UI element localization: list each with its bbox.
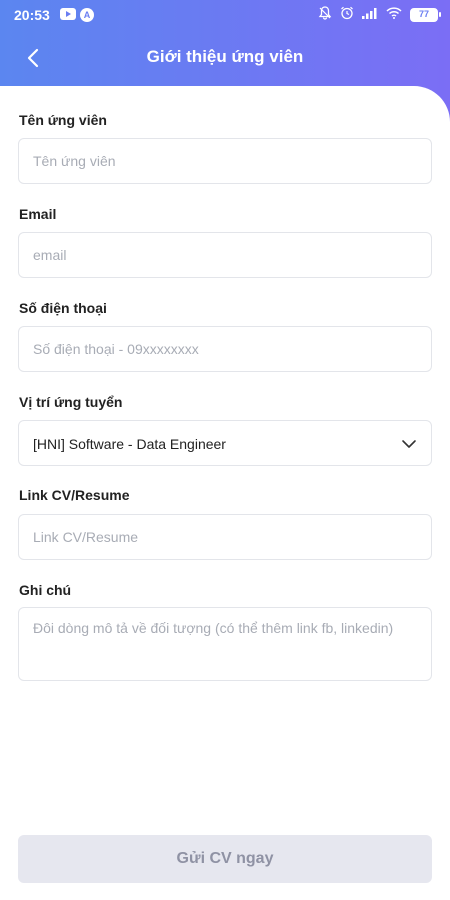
battery-icon: 77	[410, 8, 441, 22]
status-left-icons: A	[60, 8, 94, 22]
wifi-icon	[386, 7, 402, 23]
name-input[interactable]	[18, 138, 432, 184]
phone-input[interactable]	[18, 326, 432, 372]
position-selected-value: [HNI] Software - Data Engineer	[33, 436, 226, 452]
note-label: Ghi chú	[19, 582, 72, 598]
submit-cv-button[interactable]: Gửi CV ngay	[18, 835, 432, 883]
position-label: Vị trí ứng tuyển	[19, 394, 123, 410]
status-bar: 20:53 A 77	[0, 0, 450, 30]
status-time: 20:53	[14, 7, 50, 23]
form-container: Tên ứng viên Email Số điện thoại Vị trí …	[0, 86, 450, 900]
name-label: Tên ứng viên	[19, 112, 107, 128]
a-badge-icon: A	[80, 8, 94, 22]
position-select[interactable]: [HNI] Software - Data Engineer	[18, 420, 432, 466]
signal-icon	[362, 7, 378, 23]
status-right-icons: 77	[318, 6, 441, 24]
chevron-down-icon	[402, 440, 416, 448]
email-label: Email	[19, 206, 57, 222]
nav-bar: Giới thiệu ứng viên	[0, 38, 450, 78]
youtube-icon	[60, 8, 76, 20]
notification-bell-icon	[318, 6, 332, 24]
phone-label: Số điện thoại	[19, 300, 107, 316]
note-textarea[interactable]	[18, 607, 432, 681]
page-title: Giới thiệu ứng viên	[146, 47, 304, 66]
email-input[interactable]	[18, 232, 432, 278]
cv-link-label: Link CV/Resume	[19, 487, 130, 503]
cv-link-input[interactable]	[18, 514, 432, 560]
alarm-icon	[340, 6, 354, 24]
